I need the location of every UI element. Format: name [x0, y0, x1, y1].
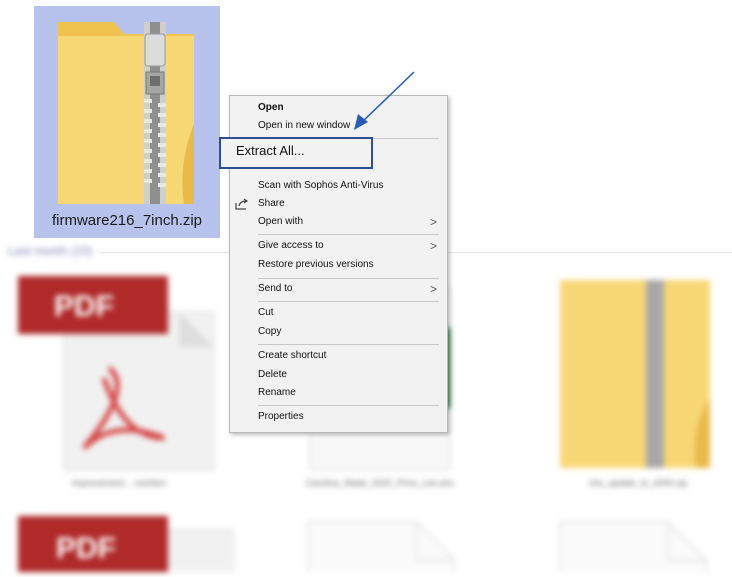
menu-separator	[258, 301, 439, 302]
menu-item-label: Delete	[258, 369, 287, 380]
menu-item-share[interactable]: Share	[230, 195, 447, 213]
section-header-last-month[interactable]: Last month (10)	[8, 244, 92, 258]
menu-item-rename[interactable]: Rename	[230, 384, 447, 402]
menu-item-label: Open in new window	[258, 120, 351, 131]
chevron-right-icon: >	[430, 239, 438, 253]
menu-separator	[258, 234, 439, 235]
section-count: (10)	[70, 244, 93, 258]
menu-item-label: Share	[258, 198, 285, 209]
chevron-right-icon: >	[430, 215, 438, 229]
menu-item-create-shortcut[interactable]: Create shortcut	[230, 347, 447, 365]
menu-item-label: Rename	[258, 387, 296, 398]
menu-item-label: Give access to	[258, 240, 324, 251]
section-label: Last month	[8, 244, 68, 258]
file-tile-doc-2[interactable]	[558, 520, 708, 577]
annotation-arrow-icon	[354, 71, 415, 130]
file-tile-pdf-2[interactable]: PDF	[14, 510, 235, 577]
file-caption: cho_update_to_2000.zip	[588, 478, 688, 488]
menu-separator	[258, 344, 439, 345]
menu-item-delete[interactable]: Delete	[230, 366, 447, 384]
file-tile-pdf-1[interactable]: PDF Improvement... nutrition	[14, 268, 224, 498]
menu-item-label: Send to	[258, 283, 293, 294]
menu-item-cut[interactable]: Cut	[230, 304, 447, 322]
pdf-icon: PDF	[18, 516, 235, 577]
selected-file-name: firmware216_7inch.zip	[51, 212, 203, 229]
svg-text:PDF: PDF	[56, 532, 116, 565]
menu-separator	[258, 278, 439, 279]
menu-item-label: Copy	[258, 326, 282, 337]
pdf-icon: PDF	[18, 276, 215, 471]
menu-item-properties[interactable]: Properties	[230, 408, 447, 426]
file-tile-doc-1[interactable]	[306, 520, 456, 577]
file-caption: Improvement... nutrition	[71, 478, 167, 488]
menu-item-label: Open	[258, 102, 284, 113]
menu-item-label: Properties	[258, 411, 304, 422]
menu-item-label: Restore previous versions	[258, 259, 374, 270]
menu-item-copy[interactable]: Copy	[230, 323, 447, 341]
menu-item-label: Open with	[258, 216, 304, 227]
document-icon	[559, 521, 707, 577]
zip-folder-icon	[560, 280, 710, 468]
menu-item-label: Cut	[258, 307, 274, 318]
zip-folder-icon	[58, 22, 194, 204]
svg-text:PDF: PDF	[54, 290, 114, 323]
file-caption: Carolina_Made_2020_Price_List.xlsx	[305, 478, 455, 488]
share-icon	[235, 198, 249, 210]
menu-item-open-with[interactable]: Open with >	[230, 213, 447, 231]
menu-separator	[258, 405, 439, 406]
document-icon	[307, 521, 455, 577]
chevron-right-icon: >	[430, 282, 438, 296]
menu-item-send-to[interactable]: Send to >	[230, 280, 447, 298]
menu-item-label: Scan with Sophos Anti-Virus	[258, 180, 384, 191]
menu-item-extract-all[interactable]: Extract All...	[219, 137, 373, 169]
menu-item-label: Create shortcut	[258, 350, 327, 361]
menu-item-label: Extract All...	[236, 143, 305, 158]
file-tile-zip[interactable]: cho_update_to_2000.zip	[548, 268, 728, 498]
menu-item-give-access[interactable]: Give access to >	[230, 237, 447, 255]
menu-item-scan-sophos[interactable]: Scan with Sophos Anti-Virus	[230, 177, 447, 195]
selected-zip-file[interactable]: firmware216_7inch.zip	[34, 6, 220, 238]
menu-item-restore-versions[interactable]: Restore previous versions	[230, 256, 447, 274]
